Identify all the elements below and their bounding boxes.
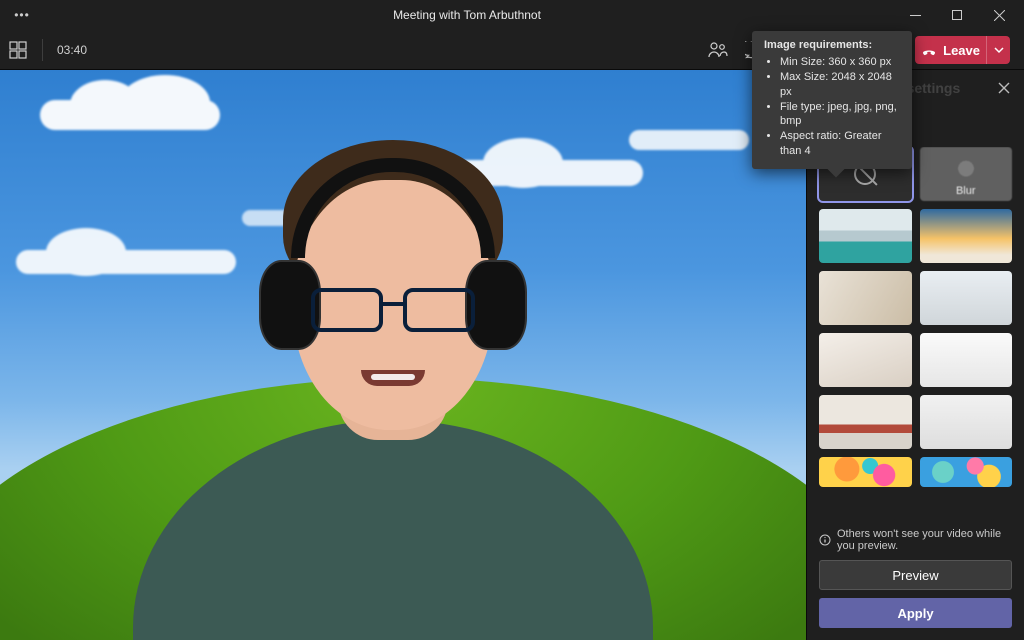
window-title: Meeting with Tom Arbuthnot (40, 8, 894, 22)
cloud-icon (40, 100, 220, 130)
background-option[interactable] (819, 457, 912, 487)
background-option[interactable] (920, 333, 1013, 387)
close-panel-button[interactable] (998, 82, 1010, 94)
meeting-timer: 03:40 (57, 43, 87, 57)
gallery-layout-button[interactable] (8, 40, 28, 60)
apply-button[interactable]: Apply (819, 598, 1012, 628)
participant-video (133, 160, 653, 640)
participants-button[interactable] (708, 40, 728, 60)
background-option[interactable] (920, 271, 1013, 325)
video-stage (0, 70, 806, 640)
hangup-icon (915, 42, 943, 58)
background-option[interactable] (920, 395, 1013, 449)
info-icon (819, 534, 831, 546)
image-requirements-tooltip: Image requirements: Min Size: 360 x 360 … (752, 31, 912, 169)
leave-button[interactable]: Leave (915, 36, 1010, 64)
toolbar-divider (42, 39, 43, 61)
background-option[interactable] (920, 209, 1013, 263)
close-window-button[interactable] (978, 0, 1020, 30)
preview-button[interactable]: Preview (819, 560, 1012, 590)
background-option-blur[interactable]: Blur (920, 147, 1013, 201)
tooltip-item: Min Size: 360 x 360 px (780, 55, 902, 70)
background-option[interactable] (819, 395, 912, 449)
leave-dropdown[interactable] (986, 36, 1010, 64)
minimize-button[interactable] (894, 0, 936, 30)
tooltip-heading: Image requirements: (764, 39, 902, 51)
tooltip-item: Max Size: 2048 x 2048 px (780, 70, 902, 100)
preview-label: Preview (892, 568, 938, 583)
glasses-icon (311, 288, 475, 332)
titlebar: ••• Meeting with Tom Arbuthnot (0, 0, 1024, 30)
more-menu-button[interactable]: ••• (4, 8, 40, 22)
app-window: ••• Meeting with Tom Arbuthnot 03:40 (0, 0, 1024, 640)
maximize-button[interactable] (936, 0, 978, 30)
background-option[interactable] (920, 457, 1013, 487)
tooltip-item: File type: jpeg, jpg, png, bmp (780, 100, 902, 130)
cloud-icon (629, 130, 749, 150)
background-grid: ✓ Blur (807, 147, 1024, 520)
apply-label: Apply (897, 606, 933, 621)
blur-label: Blur (920, 185, 1013, 197)
preview-notice: Others won't see your video while you pr… (819, 528, 1012, 552)
background-option[interactable] (819, 209, 912, 263)
notice-text: Others won't see your video while you pr… (837, 528, 1012, 552)
leave-label: Leave (943, 43, 986, 58)
background-option[interactable] (819, 333, 912, 387)
tooltip-item: Aspect ratio: Greater than 4 (780, 129, 902, 159)
background-option[interactable] (819, 271, 912, 325)
